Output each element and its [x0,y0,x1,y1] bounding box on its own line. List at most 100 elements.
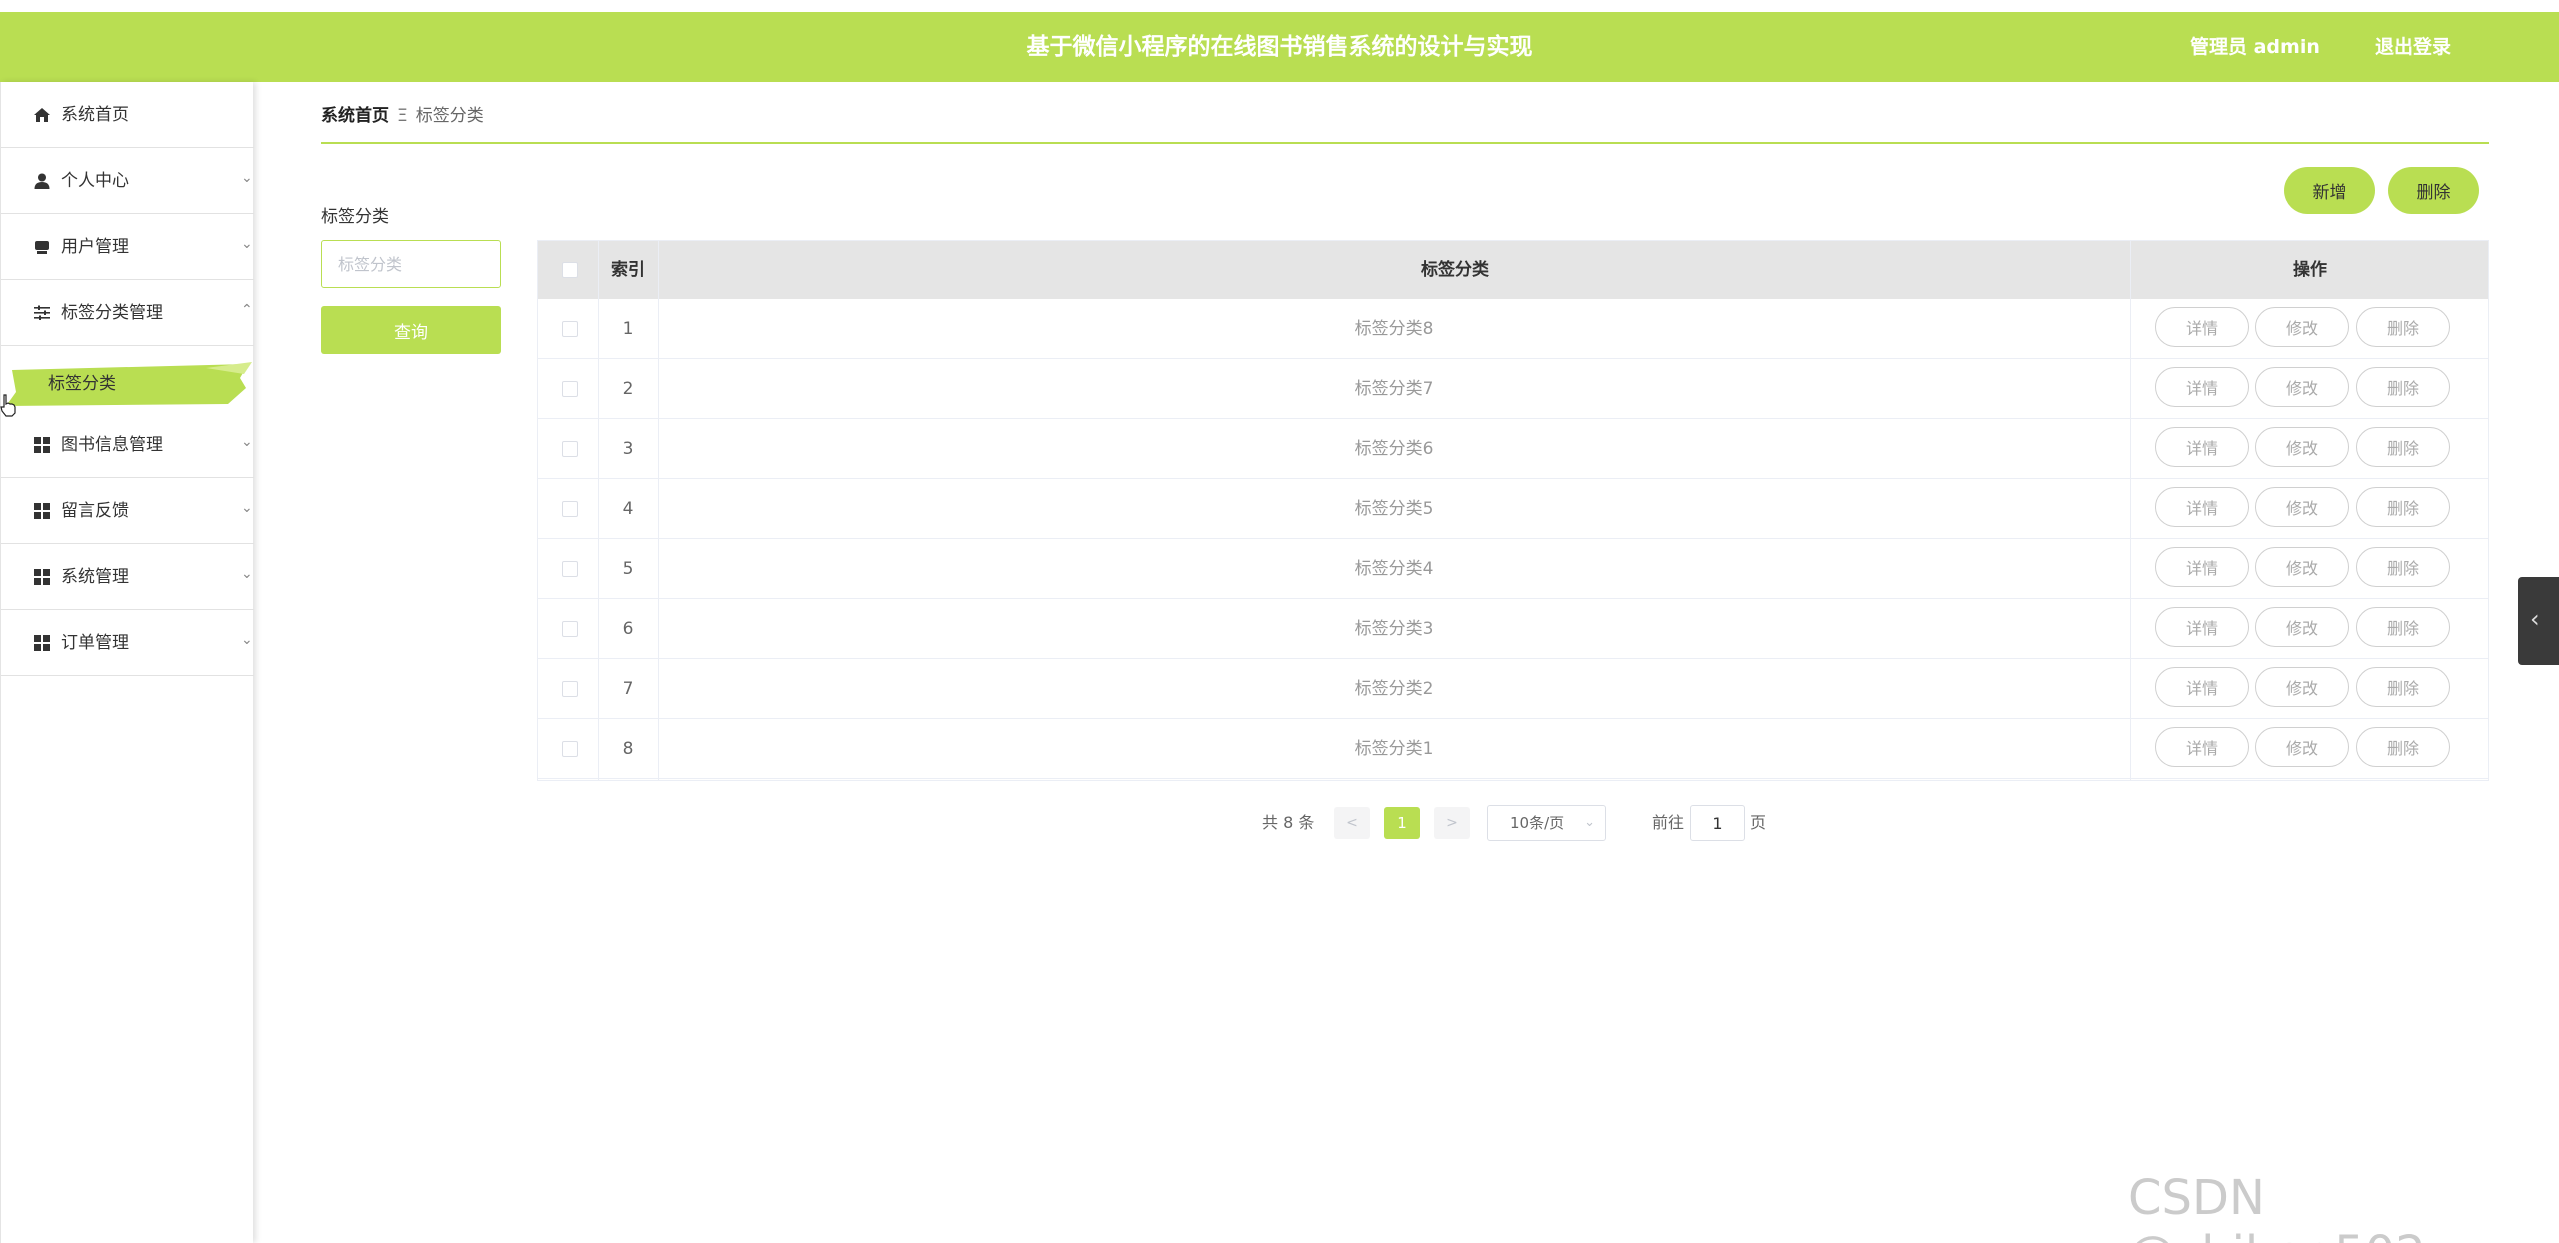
delete-button[interactable]: 删除 [2356,727,2450,767]
add-button[interactable]: 新增 [2284,167,2375,214]
sliders-icon [34,305,50,320]
home-icon [34,108,50,122]
delete-button[interactable]: 删除 [2356,427,2450,467]
page: 基于微信小程序的在线图书销售系统的设计与实现 管理员 admin 退出登录 系统… [0,0,2559,1243]
cell-index: 8 [622,739,634,759]
goto-page-input[interactable] [1690,805,1745,841]
row-checkbox[interactable] [562,681,578,697]
edit-button[interactable]: 修改 [2255,427,2349,467]
active-highlight-brush [6,362,252,406]
row-checkbox[interactable] [562,561,578,577]
sidebar-item-system[interactable]: 系统管理 ⌄ [1,544,254,610]
sidebar-item-orders[interactable]: 订单管理 ⌄ [1,610,254,676]
chevron-down-icon: ⌄ [241,434,253,450]
cell-name: 标签分类5 [1354,499,1434,519]
detail-button[interactable]: 详情 [2155,487,2249,527]
delete-button[interactable]: 删除 [2356,307,2450,347]
cell-name: 标签分类6 [1354,439,1434,459]
side-panel-toggle[interactable]: ‹ [2518,577,2559,665]
table-row: 3 标签分类6 详情 修改 删除 [538,419,2488,479]
sidebar-item-home[interactable]: 系统首页 [1,82,254,148]
bulk-delete-button[interactable]: 删除 [2388,167,2479,214]
detail-button[interactable]: 详情 [2155,307,2249,347]
sidebar-item-label: 留言反馈 [61,501,129,521]
sidebar-item-label: 用户管理 [61,237,129,257]
cell-name: 标签分类7 [1354,379,1434,399]
row-checkbox[interactable] [562,621,578,637]
sidebar-item-label: 订单管理 [61,633,129,653]
table-row: 1 标签分类8 详情 修改 删除 [538,299,2488,359]
column-header-index: 索引 [611,260,645,280]
watermark: CSDN @zhihao502 [2128,1170,2426,1243]
search-button[interactable]: 查询 [321,306,501,354]
breadcrumb-home-link[interactable]: 系统首页 [321,106,389,126]
page-size-select[interactable]: 10条/页 ⌄ [1487,805,1606,841]
goto-label: 前往 [1652,813,1685,832]
row-checkbox[interactable] [562,321,578,337]
cell-name: 标签分类3 [1354,619,1434,639]
sidebar-item-label: 标签分类管理 [61,303,163,323]
cell-index: 5 [622,559,634,579]
column-header-ops: 操作 [2293,260,2327,280]
delete-button[interactable]: 删除 [2356,367,2450,407]
detail-button[interactable]: 详情 [2155,427,2249,467]
detail-button[interactable]: 详情 [2155,667,2249,707]
breadcrumb-current: 标签分类 [415,106,484,126]
detail-button[interactable]: 详情 [2155,547,2249,587]
chevron-up-icon: ⌃ [241,302,253,318]
table-row: 4 标签分类5 详情 修改 删除 [538,479,2488,539]
row-checkbox[interactable] [562,501,578,517]
row-checkbox[interactable] [562,741,578,757]
sidebar-item-label: 系统首页 [61,105,129,125]
next-page-button[interactable]: > [1434,807,1470,839]
edit-button[interactable]: 修改 [2255,547,2349,587]
edit-button[interactable]: 修改 [2255,367,2349,407]
sidebar-item-feedback[interactable]: 留言反馈 ⌄ [1,478,254,544]
detail-button[interactable]: 详情 [2155,607,2249,647]
edit-button[interactable]: 修改 [2255,487,2349,527]
table-row: 5 标签分类4 详情 修改 删除 [538,539,2488,599]
search-input[interactable] [321,240,501,288]
sidebar-item-profile[interactable]: 个人中心 ⌄ [1,148,254,214]
delete-button[interactable]: 删除 [2356,667,2450,707]
detail-button[interactable]: 详情 [2155,727,2249,767]
chevron-down-icon: ⌄ [241,500,253,516]
delete-button[interactable]: 删除 [2356,607,2450,647]
logout-button[interactable]: 退出登录 [2375,12,2451,82]
sidebar-item-users[interactable]: 用户管理 ⌄ [1,214,254,280]
cell-name: 标签分类4 [1354,559,1434,579]
edit-button[interactable]: 修改 [2255,607,2349,647]
row-checkbox[interactable] [562,381,578,397]
hand-cursor-icon [0,394,16,417]
grid-icon [34,437,50,453]
select-all-checkbox[interactable] [562,262,578,278]
user-icon [34,173,50,189]
cell-name: 标签分类1 [1354,739,1434,759]
edit-button[interactable]: 修改 [2255,727,2349,767]
sidebar-item-label: 系统管理 [61,567,129,587]
delete-button[interactable]: 删除 [2356,547,2450,587]
prev-page-button[interactable]: < [1334,807,1370,839]
sidebar-subitem-tag-category[interactable]: 标签分类 [6,362,252,406]
sidebar-item-tag-category-mgmt[interactable]: 标签分类管理 ⌃ [1,280,254,346]
chevron-down-icon: ⌄ [241,236,253,252]
row-checkbox[interactable] [562,441,578,457]
grid-icon [34,635,50,651]
delete-button[interactable]: 删除 [2356,487,2450,527]
edit-button[interactable]: 修改 [2255,667,2349,707]
chevron-down-icon: ⌄ [241,170,253,186]
page-number-button[interactable]: 1 [1384,807,1420,839]
chevron-left-icon: ‹ [2530,605,2540,633]
chevron-down-icon: ⌄ [241,632,253,648]
chevron-down-icon: ⌄ [241,566,253,582]
sidebar-item-book-info[interactable]: 图书信息管理 ⌄ [1,412,254,478]
detail-button[interactable]: 详情 [2155,367,2249,407]
cell-index: 1 [622,319,634,339]
users-icon [35,241,49,254]
sidebar: 系统首页 个人中心 ⌄ 用户管理 ⌄ 标签分类管理 ⌃ 图书信息管理 ⌄ 留言反… [0,82,254,1243]
pagination: 共 8 条 < 1 > 10条/页 ⌄ 前往 页 [0,805,2559,841]
cell-index: 2 [622,379,634,399]
cell-name: 标签分类8 [1354,319,1434,339]
edit-button[interactable]: 修改 [2255,307,2349,347]
breadcrumb-divider [321,142,2489,144]
